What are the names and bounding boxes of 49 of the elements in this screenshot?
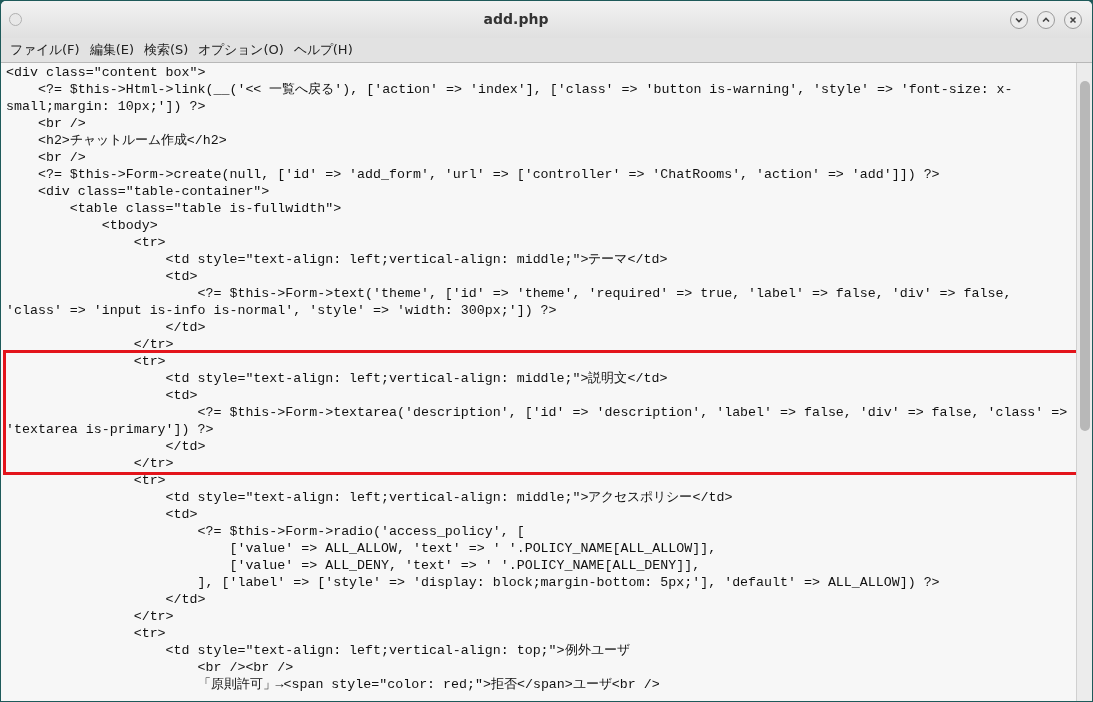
code-line: </td> — [164, 591, 206, 608]
code-line: <br /><br /> — [196, 659, 294, 676]
menu-item[interactable]: 検索(S) — [144, 40, 189, 60]
code-line: </tr> — [132, 608, 174, 625]
code-line: </tr> — [132, 455, 174, 472]
code-line: 'class' => 'input is-info is-normal', 'style' => 'width: 300px;']) ?> — [6, 302, 557, 319]
code-line: <table class="table is-fullwidth"> — [68, 200, 342, 217]
code-line: <td> — [164, 387, 198, 404]
code-line: <tbody> — [100, 217, 158, 234]
code-line: <tr> — [132, 625, 166, 642]
code-line: small;margin: 10px;']) ?> — [6, 98, 206, 115]
code-line: <td> — [164, 506, 198, 523]
code-line: <td style="text-align: left;vertical-align: middle;">テーマ</td> — [164, 251, 668, 268]
menu-item[interactable]: オプション(O) — [198, 40, 284, 60]
menu-item[interactable]: ファイル(F) — [10, 40, 80, 60]
code-line: ], ['label' => ['style' => 'display: block;margin-bottom: 5px;'], 'default' => ALL_ALLOW]) ?> — [196, 574, 940, 591]
code-line: <tr> — [132, 353, 166, 370]
code-line: <br /> — [36, 115, 86, 132]
code-line: <br /> — [36, 149, 86, 166]
maximize-button[interactable] — [1037, 10, 1055, 29]
code-line: ['value' => ALL_ALLOW, 'text' => ' '.POLICY_NAME[ALL_ALLOW]], — [228, 540, 717, 557]
code-line: <td style="text-align: left;vertical-align: middle;">アクセスポリシー</td> — [164, 489, 733, 506]
code-line: <tr> — [132, 472, 166, 489]
minimize-button[interactable] — [1010, 10, 1028, 29]
scrollbar-thumb[interactable] — [1079, 81, 1090, 431]
code-line: <td style="text-align: left;vertical-align: top;">例外ユーザ — [164, 642, 630, 659]
menu-item[interactable]: ヘルプ(H) — [293, 40, 353, 60]
code-line: ['value' => ALL_DENY, 'text' => ' '.POLICY_NAME[ALL_DENY]], — [228, 557, 701, 574]
close-button[interactable] — [1064, 10, 1082, 29]
code-line: <td style="text-align: left;vertical-align: middle;">説明文</td> — [164, 370, 668, 387]
code-line: </td> — [164, 438, 206, 455]
menu-item[interactable]: 編集(E) — [89, 40, 134, 60]
code-line: </td> — [164, 319, 206, 336]
code-line: <div class="content box"> — [6, 64, 206, 81]
scrollbar[interactable] — [1076, 63, 1092, 701]
code-line: <?= $this->Form->radio('access_policy', [ — [196, 523, 525, 540]
code-line: <?= $this->Form->textarea('description', ['id' => 'description', 'label' => false, 'div' => false, 'class' => — [196, 404, 1068, 421]
code-line: <td> — [164, 268, 198, 285]
code-line: <tr> — [132, 234, 166, 251]
code-line: <div class="table-container"> — [36, 183, 270, 200]
code-line: <?= $this->Form->text('theme', ['id' => 'theme', 'required' => true, 'label' => false, 'div' => false, — [196, 285, 1012, 302]
close-icon — [1068, 14, 1078, 25]
code-line: <h2>チャットルーム作成</h2> — [36, 132, 227, 149]
code-line: </tr> — [132, 336, 174, 353]
window-title: add.php — [482, 10, 550, 29]
code-line: 「原則許可」→<span style="color: red;">拒否</span>ユーザ<br /> — [196, 676, 660, 693]
code-line: <?= $this->Html->link(__('<< 一覧へ戻る'), ['action' => 'index'], ['class' => 'button is-warning', 'style' => 'font-size: x- — [36, 81, 1013, 98]
code-line: <?= $this->Form->create(null, ['id' => 'add_form', 'url' => ['controller' => 'ChatRooms', 'action' => 'add']]) ?> — [36, 166, 940, 183]
code-line: 'textarea is-primary']) ?> — [6, 421, 214, 438]
